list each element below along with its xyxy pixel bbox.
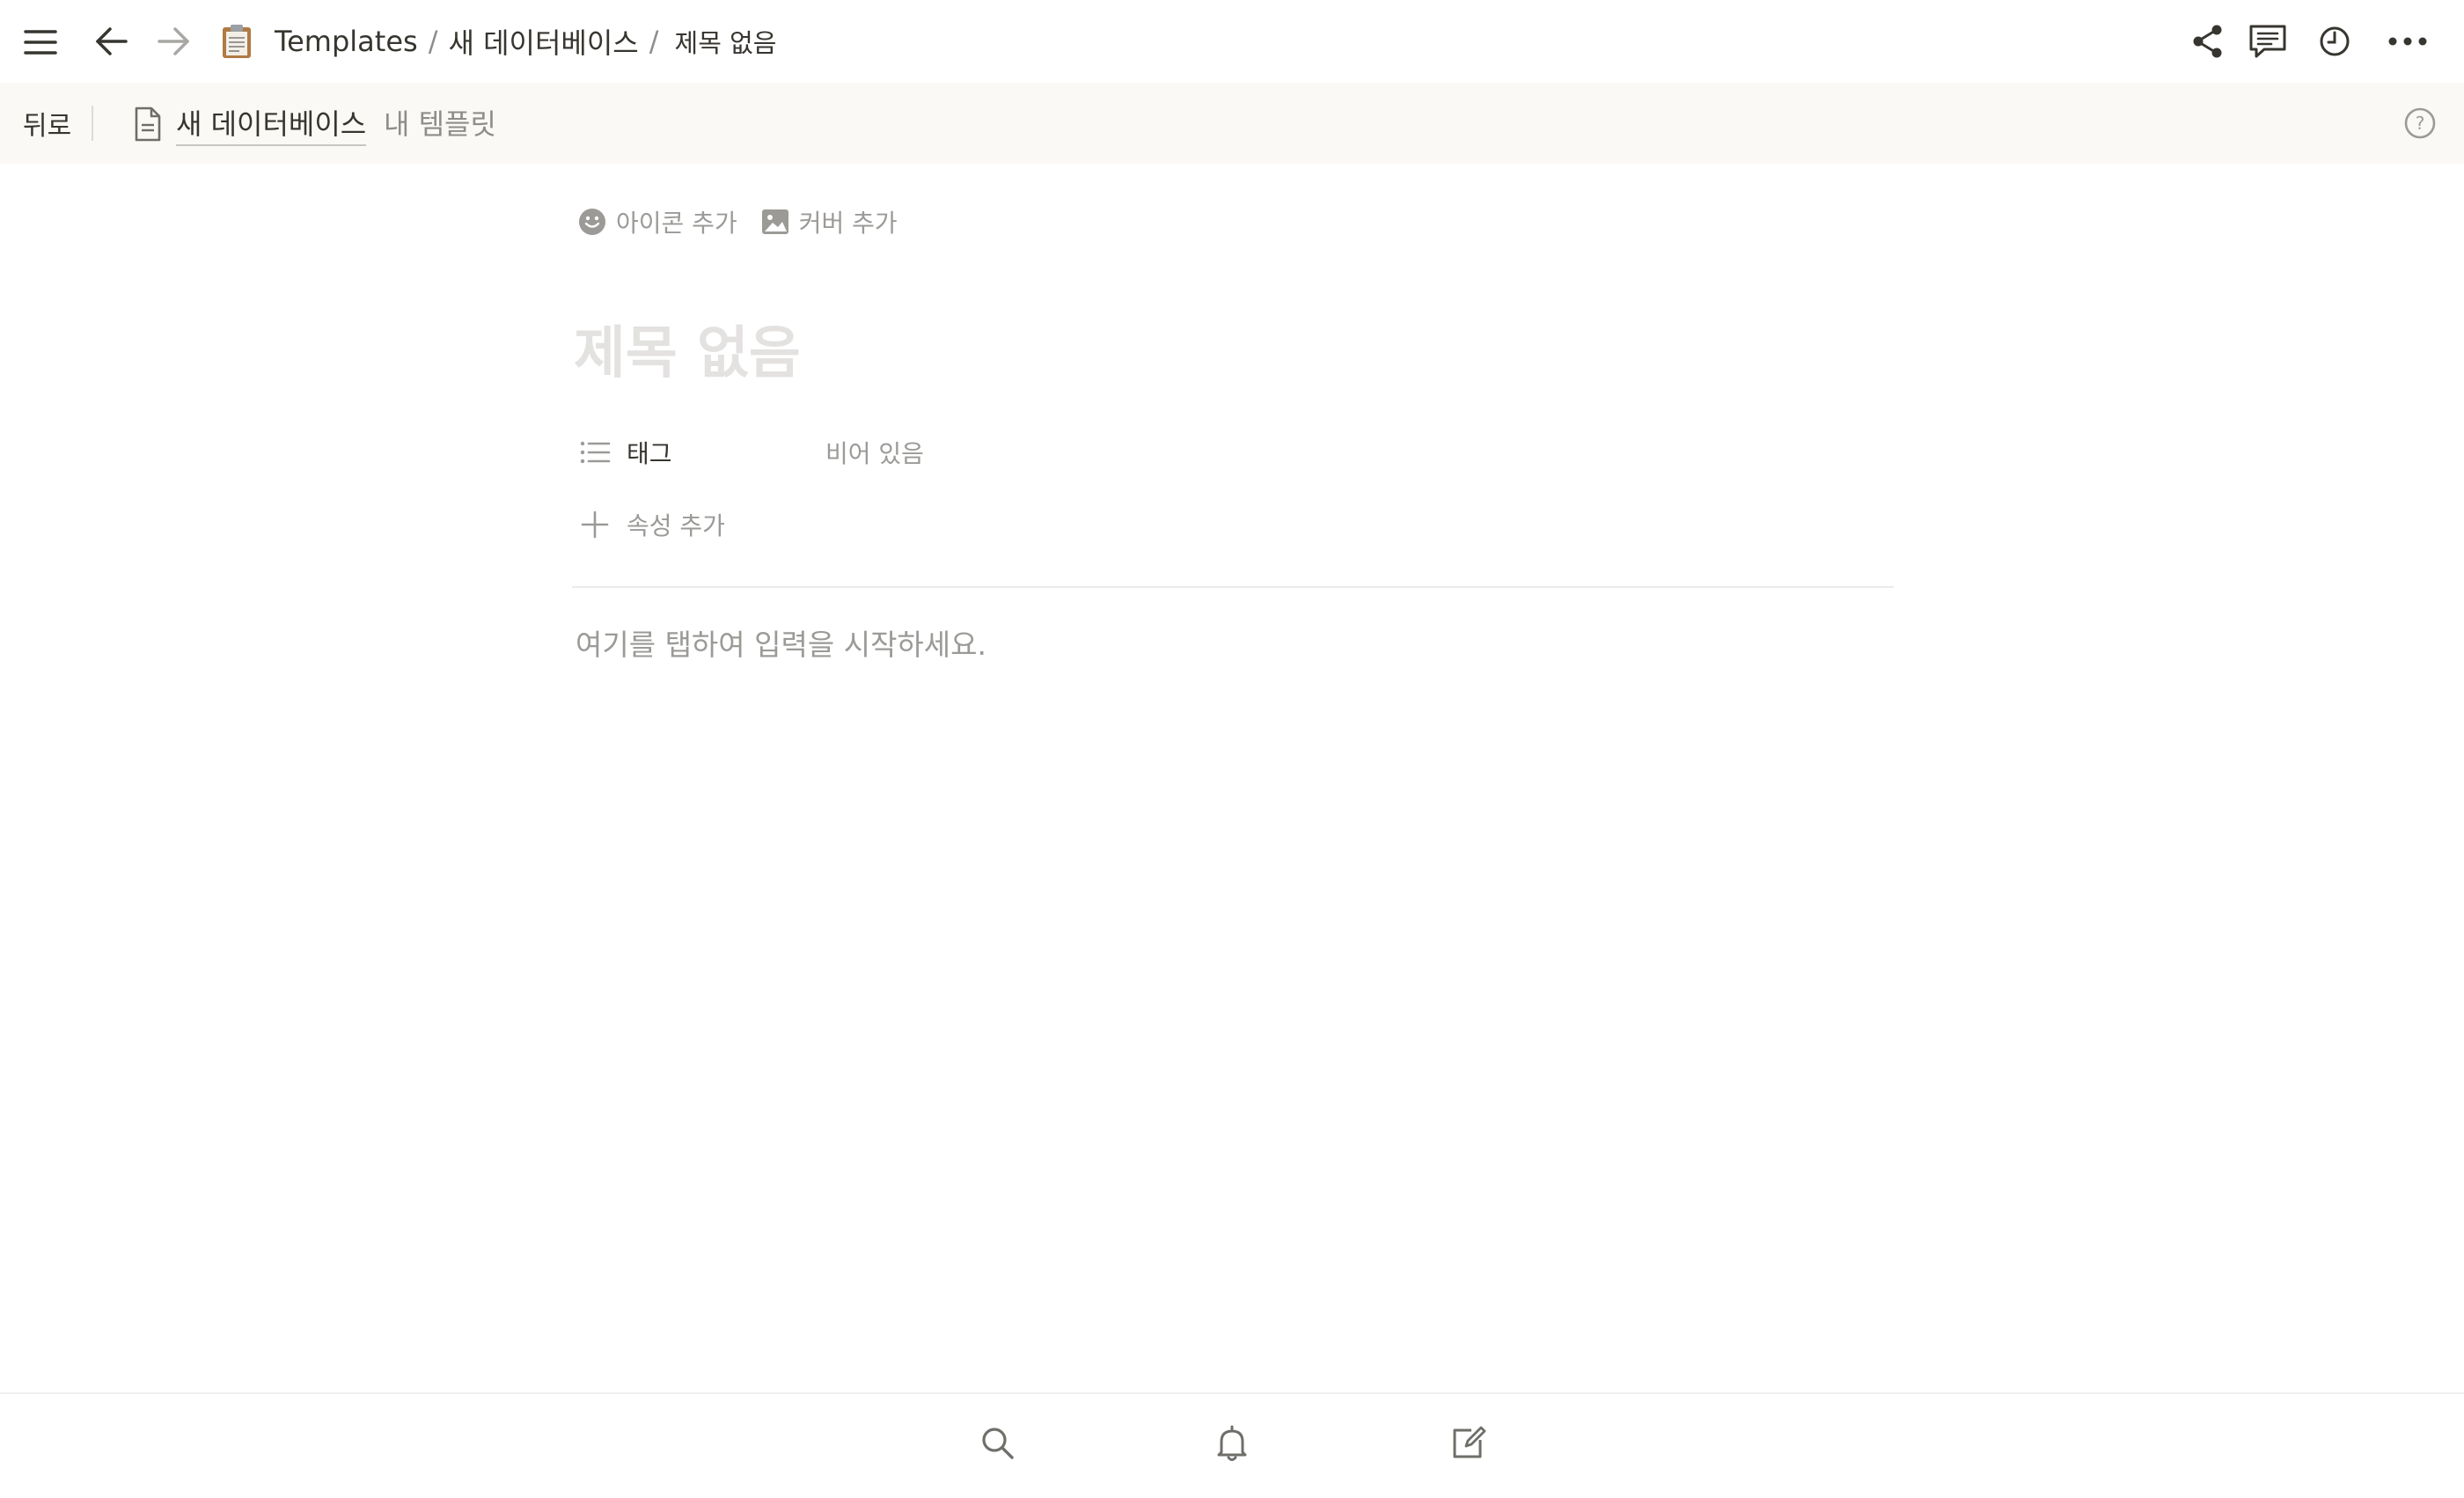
search-icon[interactable] — [977, 1422, 1019, 1465]
breadcrumb-separator: / — [649, 25, 659, 58]
page-title-input[interactable]: 제목 없음 — [574, 308, 801, 389]
arrow-left-icon[interactable] — [90, 19, 134, 63]
svg-text:?: ? — [2416, 113, 2425, 134]
list-icon — [580, 441, 611, 464]
more-dots-icon[interactable] — [2383, 19, 2432, 63]
share-icon[interactable] — [2186, 19, 2230, 63]
content-divider — [572, 586, 1894, 588]
page-actions: 아이콘 추가 커버 추가 — [577, 204, 920, 239]
bell-icon[interactable] — [1211, 1422, 1253, 1465]
breadcrumb-database[interactable]: 새 데이터베이스 — [448, 21, 638, 62]
breadcrumb-workspace[interactable]: Templates — [275, 25, 418, 58]
comment-icon[interactable] — [2246, 19, 2290, 63]
template-banner: 뒤로 새 데이터베이스 내 템플릿 ? — [0, 83, 2464, 164]
breadcrumb-separator: / — [428, 25, 438, 58]
arrow-right-icon[interactable] — [151, 19, 195, 63]
breadcrumb: Templates / 새 데이터베이스 / 제목 없음 — [218, 19, 776, 63]
property-name: 태그 — [627, 439, 672, 468]
property-row-tags[interactable]: 태그 비어 있음 — [577, 433, 924, 472]
add-property-label: 속성 추가 — [627, 511, 725, 540]
hamburger-menu-icon[interactable] — [19, 21, 62, 63]
page-body-input[interactable]: 여기를 탭하여 입력을 시작하세요. — [576, 621, 986, 664]
compose-icon[interactable] — [1447, 1422, 1489, 1465]
document-icon — [135, 106, 161, 142]
clipboard-icon — [223, 25, 251, 58]
image-icon — [761, 209, 788, 234]
bottom-bar — [0, 1392, 2464, 1498]
add-cover-button[interactable]: 커버 추가 — [760, 204, 898, 239]
plus-icon — [581, 510, 609, 539]
banner-database-link[interactable]: 새 데이터베이스 — [176, 102, 367, 146]
banner-template-label: 내 템플릿 — [384, 107, 496, 141]
add-icon-button[interactable]: 아이콘 추가 — [577, 204, 737, 239]
property-value[interactable]: 비어 있음 — [825, 435, 924, 470]
top-bar: Templates / 새 데이터베이스 / 제목 없음 — [0, 0, 2464, 83]
breadcrumb-current-page[interactable]: 제목 없음 — [675, 23, 777, 60]
help-icon[interactable]: ? — [2402, 106, 2438, 141]
add-property-button[interactable]: 속성 추가 — [577, 505, 725, 544]
clock-icon[interactable] — [2313, 19, 2357, 63]
add-cover-label: 커버 추가 — [798, 209, 898, 238]
add-icon-label: 아이콘 추가 — [616, 209, 737, 238]
banner-divider — [92, 106, 93, 141]
banner-back-button[interactable]: 뒤로 — [23, 104, 71, 143]
smiley-icon — [579, 209, 605, 235]
